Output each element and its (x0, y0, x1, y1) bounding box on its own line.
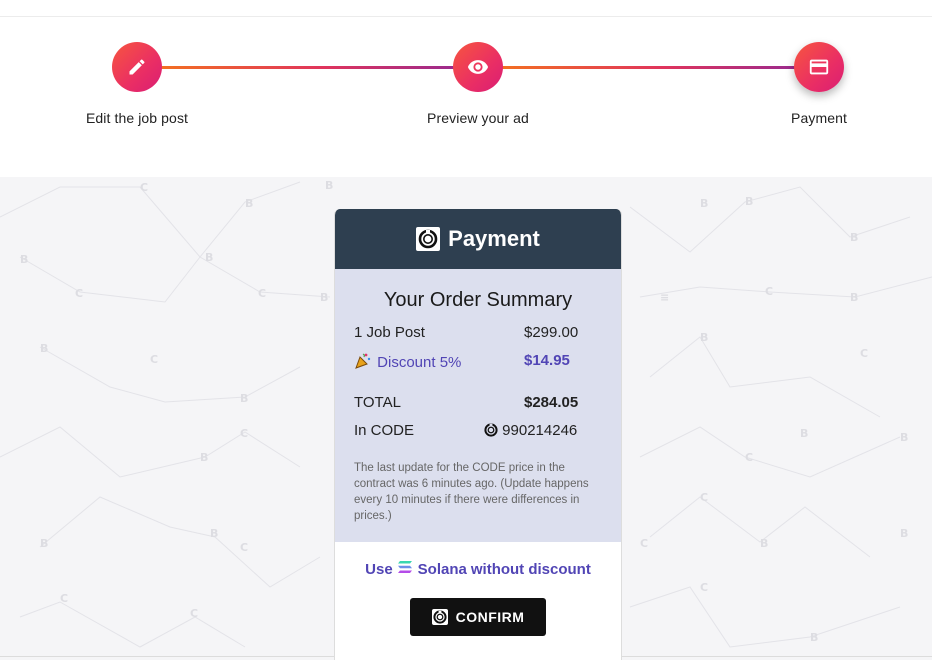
confirm-label: CONFIRM (455, 608, 525, 625)
code-coin-icon (431, 608, 448, 625)
price-update-note: The last update for the CODE price in th… (354, 462, 589, 522)
svg-text:B: B (325, 179, 333, 192)
party-popper-icon (354, 352, 373, 374)
svg-text:B: B (20, 253, 28, 266)
svg-text:B: B (240, 392, 248, 405)
svg-text:C: C (258, 287, 266, 300)
job-post-row: 1 Job Post $299.00 (335, 324, 621, 352)
svg-text:B: B (40, 342, 48, 355)
svg-text:C: C (140, 181, 148, 194)
payment-card-header: Payment (335, 209, 621, 269)
svg-text:B: B (850, 231, 858, 244)
total-row: TOTAL $284.05 (335, 394, 621, 422)
total-label: TOTAL (354, 394, 401, 411)
in-code-row: In CODE 990214246 (335, 422, 621, 450)
svg-text:B: B (700, 197, 708, 210)
job-post-label: 1 Job Post (354, 324, 425, 341)
checkout-stepper: Edit the job post Preview your ad Paymen… (0, 0, 932, 177)
svg-text:B: B (320, 291, 328, 304)
svg-text:B: B (900, 431, 908, 444)
total-value: $284.05 (524, 394, 579, 411)
step-label-preview: Preview your ad (427, 110, 529, 126)
svg-text:B: B (850, 291, 858, 304)
step-label-edit: Edit the job post (85, 110, 189, 126)
svg-text:B: B (900, 527, 908, 540)
svg-text:≡: ≡ (660, 291, 669, 304)
payment-card: Payment Your Order Summary 1 Job Post $2… (334, 209, 622, 660)
svg-text:C: C (745, 451, 753, 464)
svg-text:B: B (210, 527, 218, 540)
code-coin-icon (416, 227, 441, 251)
use-prefix: Use (365, 560, 393, 578)
code-coin-icon (484, 423, 498, 437)
svg-text:C: C (240, 427, 248, 440)
in-code-value: 990214246 (502, 422, 578, 439)
in-code-label: In CODE (354, 422, 415, 439)
step-preview-button[interactable] (453, 42, 503, 92)
discount-value: $14.95 (524, 352, 570, 369)
step-edit-button[interactable] (112, 42, 162, 92)
svg-text:B: B (700, 331, 708, 344)
job-post-price: $299.00 (524, 324, 579, 341)
order-summary-title: Your Order Summary (383, 289, 573, 311)
svg-text:C: C (240, 541, 248, 554)
payment-actions: Use Solana without discount CONFIRM (335, 542, 621, 636)
step-label-payment: Payment (791, 110, 847, 126)
svg-text:B: B (205, 251, 213, 264)
discount-label: Discount 5% (377, 354, 462, 371)
solana-label: Solana (417, 560, 467, 578)
step-payment-button[interactable] (794, 42, 844, 92)
discount-row: Discount 5% $14.95 (335, 352, 621, 380)
svg-text:C: C (765, 285, 773, 298)
svg-text:C: C (700, 491, 708, 504)
eye-icon (467, 60, 489, 74)
confirm-button[interactable]: CONFIRM (410, 597, 546, 636)
payment-title: Payment (448, 226, 540, 251)
svg-text:B: B (745, 195, 753, 208)
svg-text:B: B (40, 537, 48, 550)
svg-text:C: C (150, 353, 158, 366)
svg-text:B: B (245, 197, 253, 210)
svg-text:C: C (60, 592, 68, 605)
solana-icon (397, 560, 414, 578)
svg-text:C: C (640, 537, 648, 550)
svg-text:B: B (800, 427, 808, 440)
use-suffix: without discount (470, 560, 591, 578)
pencil-icon (129, 59, 145, 75)
svg-text:C: C (700, 581, 708, 594)
svg-text:B: B (810, 631, 818, 644)
svg-text:C: C (75, 287, 83, 300)
stepper-connector (500, 66, 796, 69)
credit-card-icon (809, 59, 829, 75)
svg-text:B: B (760, 537, 768, 550)
use-solana-link[interactable]: Use Solana without discount (365, 560, 591, 578)
stepper-connector (160, 66, 456, 69)
order-summary: Your Order Summary 1 Job Post $299.00 Di… (335, 269, 621, 542)
svg-text:C: C (860, 347, 868, 360)
svg-text:C: C (190, 607, 198, 620)
svg-text:B: B (200, 451, 208, 464)
